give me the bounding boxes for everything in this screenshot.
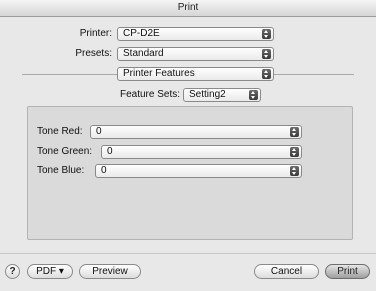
printer-label: Printer: — [79, 28, 112, 39]
tone-blue-label: Tone Blue: — [37, 165, 85, 176]
pane-popup[interactable]: Printer Features — [117, 67, 274, 81]
footer-divider — [0, 253, 376, 254]
popup-arrows-icon — [290, 127, 299, 137]
print-button[interactable]: Print — [325, 264, 370, 279]
pdf-button[interactable]: PDF ▾ — [27, 264, 73, 279]
feature-sets-popup[interactable]: Setting2 — [183, 88, 261, 102]
popup-arrows-icon — [262, 29, 271, 39]
tone-green-value: 0 — [107, 146, 113, 157]
presets-label: Presets: — [75, 48, 112, 59]
tone-red-value: 0 — [96, 126, 102, 137]
presets-value: Standard — [123, 48, 164, 59]
feature-sets-label: Feature Sets: — [119, 89, 180, 100]
separator-right — [274, 74, 354, 75]
printer-value: CP-D2E — [123, 28, 160, 39]
separator-left — [22, 74, 117, 75]
feature-sets-value: Setting2 — [189, 89, 226, 100]
tone-blue-value: 0 — [101, 165, 107, 176]
print-button-label: Print — [337, 266, 358, 277]
preview-button[interactable]: Preview — [79, 264, 141, 279]
window-title-bar[interactable]: Print — [0, 0, 376, 17]
tone-red-popup[interactable]: 0 — [90, 125, 302, 139]
popup-arrows-icon — [290, 147, 299, 157]
tone-green-popup[interactable]: 0 — [101, 145, 302, 159]
presets-popup[interactable]: Standard — [117, 47, 274, 61]
printer-popup[interactable]: CP-D2E — [117, 27, 274, 41]
preview-button-label: Preview — [92, 266, 128, 277]
pane-value: Printer Features — [123, 68, 195, 79]
popup-arrows-icon — [249, 90, 258, 100]
help-icon: ? — [9, 266, 16, 277]
help-button[interactable]: ? — [5, 264, 20, 279]
tone-blue-popup[interactable]: 0 — [95, 164, 302, 178]
popup-arrows-icon — [290, 166, 299, 176]
popup-arrows-icon — [262, 49, 271, 59]
popup-arrows-icon — [262, 69, 271, 79]
window-title: Print — [177, 2, 199, 13]
pdf-button-label: PDF ▾ — [36, 266, 64, 277]
tone-green-label: Tone Green: — [37, 146, 93, 157]
tone-red-label: Tone Red: — [37, 126, 83, 137]
cancel-button[interactable]: Cancel — [254, 264, 319, 279]
cancel-button-label: Cancel — [270, 266, 303, 277]
